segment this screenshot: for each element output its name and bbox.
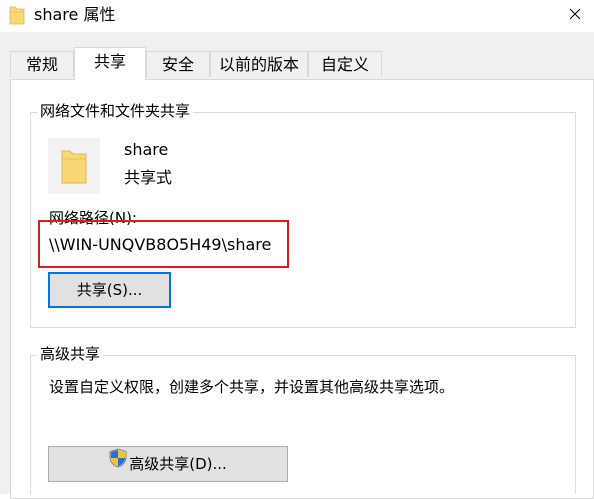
- title-bar: share 属性: [0, 0, 594, 32]
- advanced-sharing-description: 设置自定义权限，创建多个共享，并设置其他高级共享选项。: [49, 378, 455, 396]
- window-title: share 属性: [34, 5, 116, 24]
- share-status: 共享式: [124, 168, 173, 187]
- uac-shield-icon: [109, 446, 127, 480]
- shared-folder-name: share: [124, 140, 169, 159]
- close-button[interactable]: [556, 0, 594, 30]
- advanced-sharing-button-label: 高级共享(D)...: [129, 455, 227, 473]
- network-path-value: \\WIN-UNQVB8O5H49\share: [49, 235, 272, 254]
- tab-general[interactable]: 常规: [10, 51, 74, 77]
- advanced-sharing-title: 高级共享: [37, 344, 104, 364]
- folder-icon: [9, 4, 25, 26]
- tab-sharing[interactable]: 共享: [74, 47, 146, 80]
- shared-folder-icon: [48, 138, 100, 194]
- share-button[interactable]: 共享(S)...: [48, 272, 171, 308]
- close-icon: [569, 8, 581, 20]
- network-path-label: 网络路径(N):: [49, 209, 137, 227]
- advanced-sharing-button[interactable]: 高级共享(D)...: [48, 446, 288, 482]
- tab-previous-versions[interactable]: 以前的版本: [210, 51, 308, 77]
- tab-customize[interactable]: 自定义: [308, 51, 382, 77]
- network-sharing-title: 网络文件和文件夹共享: [37, 101, 194, 121]
- tab-security[interactable]: 安全: [146, 51, 210, 77]
